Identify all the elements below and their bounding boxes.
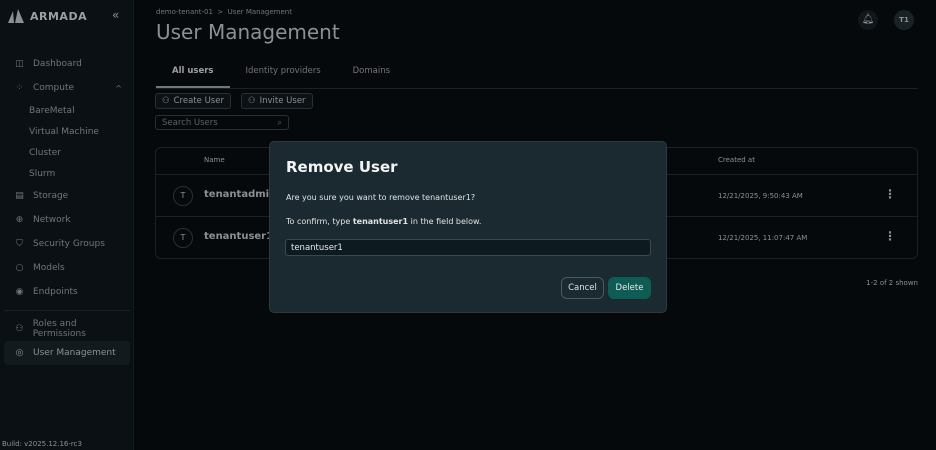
created-at: 12/21/2025, 11:07:47 AM bbox=[718, 234, 808, 242]
label: Network bbox=[33, 215, 71, 225]
sidebar: ARMADA « ◫ Dashboard ⁘ Compute ^ BareMetal … bbox=[0, 0, 134, 450]
tabs: All users Identity providers Domains bbox=[156, 60, 918, 89]
sidebar-item-compute[interactable]: ⁘ Compute ^ bbox=[4, 76, 130, 100]
label: Roles and Permissions bbox=[32, 319, 86, 339]
sidebar-item-storage[interactable]: ▤ Storage bbox=[4, 184, 130, 208]
text: in the field below. bbox=[408, 217, 482, 226]
page-title: User Management bbox=[156, 20, 340, 44]
sidebar-item-roles-and-permissions[interactable]: ⚇ Roles and Permissions bbox=[4, 317, 130, 341]
user-gear-icon: ◎ bbox=[15, 348, 24, 358]
build-version: Build: v2025.12.16-rc3 bbox=[2, 440, 82, 448]
confirm-username-input[interactable] bbox=[285, 239, 651, 256]
sidebar-nav: ◫ Dashboard ⁘ Compute ^ BareMetal Virtual M… bbox=[0, 52, 134, 365]
shield-lock-icon: ⛉ bbox=[16, 239, 23, 249]
confirm-username: tenantuser1 bbox=[352, 217, 409, 226]
search-icon: ⌕ bbox=[277, 117, 282, 128]
user-invite-icon: ⚇ bbox=[248, 96, 256, 106]
column-created-at[interactable]: Created at bbox=[718, 156, 755, 164]
sidebar-item-baremetal[interactable]: BareMetal bbox=[4, 100, 130, 121]
tab-all-users[interactable]: All users bbox=[156, 60, 230, 88]
label: Dashboard bbox=[33, 59, 82, 69]
label: Slurm bbox=[29, 168, 56, 179]
remove-user-dialog: Remove User Are you sure you want to rem… bbox=[269, 141, 667, 313]
armada-logo[interactable]: ARMADA bbox=[8, 9, 87, 23]
sidebar-item-dashboard[interactable]: ◫ Dashboard bbox=[4, 52, 130, 76]
user-add-icon: ⚇ bbox=[162, 96, 170, 106]
sidebar-item-user-management[interactable]: ◎ User Management bbox=[4, 341, 130, 365]
label: Compute bbox=[33, 83, 75, 93]
tab-domains[interactable]: Domains bbox=[337, 60, 406, 88]
search-input[interactable]: Search Users ⌕ bbox=[155, 115, 289, 130]
sidebar-item-network[interactable]: ⊕ Network bbox=[4, 208, 130, 232]
brand-name: ARMADA bbox=[30, 9, 88, 23]
label: Models bbox=[33, 263, 65, 273]
armada-sail-icon bbox=[8, 9, 24, 23]
column-name[interactable]: Name bbox=[204, 156, 225, 164]
sidebar-item-endpoints[interactable]: ◉ Endpoints bbox=[4, 280, 130, 304]
dialog-question: Are you sure you want to remove tenantus… bbox=[286, 193, 476, 202]
label: BareMetal bbox=[29, 105, 75, 116]
user-avatar: T bbox=[173, 186, 193, 206]
avatar[interactable]: T1 bbox=[894, 10, 914, 30]
label: Security Groups bbox=[33, 239, 105, 249]
chevron-up-icon: ^ bbox=[115, 83, 122, 93]
search-placeholder: Search Users bbox=[162, 117, 218, 128]
tab-identity-providers[interactable]: Identity providers bbox=[230, 60, 337, 88]
sidebar-item-slurm[interactable]: Slurm bbox=[4, 163, 130, 184]
label: User Management bbox=[33, 348, 116, 358]
label: Create User bbox=[173, 96, 224, 106]
bell-icon[interactable]: 🔔︎ bbox=[858, 10, 878, 30]
sidebar-item-virtual-machine[interactable]: Virtual Machine bbox=[4, 121, 130, 142]
layout-icon: ◫ bbox=[15, 59, 24, 69]
label: Virtual Machine bbox=[29, 126, 99, 137]
compute-icon: ⁘ bbox=[15, 83, 24, 93]
breadcrumb-current: User Management bbox=[227, 8, 292, 16]
sidebar-item-security-groups[interactable]: ⛉ Security Groups bbox=[4, 232, 130, 256]
storage-icon: ▤ bbox=[15, 191, 24, 201]
globe-icon: ⊕ bbox=[15, 215, 24, 225]
label: Invite User bbox=[259, 96, 306, 106]
text: To confirm, type bbox=[286, 217, 353, 226]
broadcast-icon: ◉ bbox=[15, 287, 24, 297]
create-user-button[interactable]: ⚇ Create User bbox=[155, 93, 231, 109]
sidebar-item-cluster[interactable]: Cluster bbox=[4, 142, 130, 163]
breadcrumb-tenant[interactable]: demo-tenant-01 bbox=[156, 8, 213, 16]
label: Cluster bbox=[29, 147, 61, 158]
delete-button[interactable]: Delete bbox=[608, 277, 651, 299]
invite-user-button[interactable]: ⚇ Invite User bbox=[241, 93, 313, 109]
created-at: 12/21/2025, 9:50:43 AM bbox=[718, 192, 803, 200]
sidebar-item-models[interactable]: ○ Models bbox=[4, 256, 130, 280]
label: Endpoints bbox=[33, 287, 78, 297]
cancel-button[interactable]: Cancel bbox=[561, 277, 604, 299]
dialog-confirm-instructions: To confirm, type tenantuser1 in the fiel… bbox=[286, 217, 481, 226]
label: Storage bbox=[33, 191, 69, 201]
breadcrumb: demo-tenant-01 > User Management bbox=[156, 8, 292, 16]
divider bbox=[4, 310, 130, 311]
pagination-count: 1-2 of 2 shown bbox=[866, 279, 918, 287]
more-vertical-icon[interactable]: ⋮ bbox=[884, 229, 896, 243]
more-vertical-icon[interactable]: ⋮ bbox=[884, 187, 896, 201]
user-name: tenantuser1 bbox=[204, 231, 274, 242]
dialog-title: Remove User bbox=[286, 158, 398, 176]
users-check-icon: ⚇ bbox=[15, 324, 24, 334]
flame-icon: ○ bbox=[15, 263, 24, 273]
chevrons-left-icon[interactable]: « bbox=[112, 8, 119, 22]
user-avatar: T bbox=[173, 228, 193, 248]
